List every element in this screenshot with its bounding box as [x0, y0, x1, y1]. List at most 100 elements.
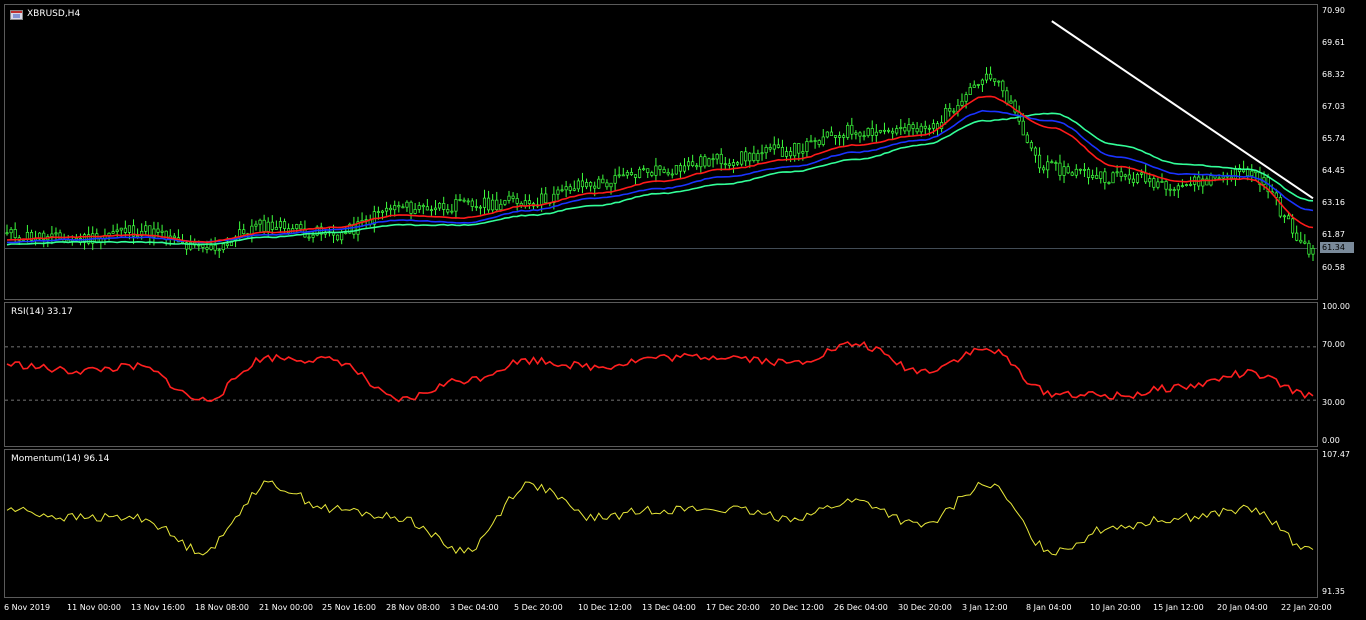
candle-body	[568, 186, 572, 191]
candle-body	[952, 110, 956, 113]
candle-body	[968, 87, 972, 95]
candle-body	[393, 205, 397, 211]
candle-body	[1099, 171, 1103, 179]
current-price-tag: 61.34	[1320, 242, 1354, 253]
rsi-line	[6, 340, 1314, 403]
candle-body	[1025, 134, 1029, 143]
candle-body	[666, 172, 670, 175]
candle-body	[1156, 181, 1160, 188]
price-tick: 61.87	[1322, 230, 1345, 239]
candle-body	[984, 73, 989, 81]
candle-body	[50, 233, 54, 237]
time-tick: 3 Jan 12:00	[962, 603, 1008, 612]
candle-body	[282, 221, 287, 229]
candle-body	[825, 131, 829, 138]
candle-body	[172, 235, 176, 238]
rsi-indicator-pane[interactable]: RSI(14) 33.17	[4, 302, 1318, 447]
candle-body	[719, 153, 723, 165]
rsi-tick: 70.00	[1322, 340, 1345, 349]
candle-body	[376, 211, 380, 213]
candle-body	[678, 165, 682, 172]
candle-body	[829, 131, 833, 136]
candle-body	[731, 162, 736, 166]
momentum-indicator-pane[interactable]: Momentum(14) 96.14	[4, 449, 1318, 598]
candle-body	[254, 223, 258, 227]
candle-body	[278, 221, 282, 228]
rsi-tick: 30.00	[1322, 398, 1345, 407]
price-chart-pane[interactable]: XBRUSD,H4	[4, 4, 1318, 300]
price-tick: 64.45	[1322, 166, 1345, 175]
candle-body	[213, 244, 217, 251]
time-tick: 22 Jan 20:00	[1281, 603, 1332, 612]
candle-body	[156, 228, 160, 233]
candle-body	[580, 180, 585, 188]
candle-body	[1152, 178, 1156, 188]
candle-body	[919, 125, 923, 133]
candle-body	[629, 172, 633, 176]
candle-body	[1111, 172, 1115, 184]
time-tick: 13 Nov 16:00	[131, 603, 185, 612]
candle-body	[976, 84, 980, 86]
candle-body	[225, 243, 229, 246]
candle-body	[54, 232, 58, 235]
candle-body	[797, 143, 801, 154]
price-chart-svg	[5, 20, 1317, 262]
candle-body	[1038, 154, 1042, 169]
candle-body	[474, 206, 478, 208]
candle-body	[1189, 184, 1193, 186]
candle-body	[429, 209, 434, 212]
candle-body	[654, 165, 658, 176]
candle-body	[1046, 161, 1050, 171]
candle-body	[866, 128, 870, 137]
candle-body	[805, 141, 809, 152]
candle-body	[495, 199, 499, 211]
candle-body	[1001, 80, 1005, 92]
candle-body	[556, 189, 560, 195]
candle-body	[401, 206, 405, 209]
candle-body	[417, 205, 421, 210]
candle-body	[727, 163, 731, 166]
candle-body	[784, 151, 789, 157]
candle-body	[25, 232, 29, 240]
time-tick: 15 Jan 12:00	[1153, 603, 1204, 612]
candle-body	[768, 147, 772, 150]
candle-body	[1078, 168, 1082, 171]
candle-body	[217, 249, 221, 252]
ma-slow-line	[6, 112, 1314, 246]
candle-body	[450, 210, 454, 213]
candle-body	[1291, 218, 1295, 234]
candle-body	[144, 225, 148, 232]
candle-body	[421, 205, 425, 208]
candle-body	[923, 125, 927, 129]
time-tick: 18 Nov 08:00	[195, 603, 249, 612]
candle-body	[1058, 162, 1062, 176]
candle-body	[1029, 142, 1033, 149]
candle-body	[523, 200, 527, 206]
price-tick: 69.61	[1322, 38, 1345, 47]
candle-body	[980, 79, 984, 85]
candle-body	[13, 229, 17, 238]
candle-body	[740, 151, 744, 165]
candle-body	[605, 182, 609, 188]
time-tick: 3 Dec 04:00	[450, 603, 499, 612]
candle-body	[515, 198, 519, 204]
candle-body	[752, 152, 756, 162]
candle-body	[266, 221, 270, 232]
candle-body	[466, 200, 470, 203]
candle-body	[160, 230, 164, 233]
candle-body	[850, 124, 854, 135]
candle-body	[854, 132, 858, 135]
candle-body	[119, 227, 123, 231]
candle-body	[507, 195, 511, 201]
candle-body	[895, 128, 899, 134]
candle-body	[1303, 241, 1307, 244]
momentum-label: Momentum(14) 96.14	[11, 454, 110, 464]
candle-body	[1176, 185, 1180, 191]
rsi-tick: 0.00	[1322, 436, 1340, 445]
candle-body	[833, 135, 838, 138]
candle-body	[915, 128, 919, 133]
candle-body	[9, 229, 13, 234]
candle-body	[389, 207, 393, 211]
candle-body	[682, 165, 687, 172]
candle-body	[617, 174, 621, 177]
